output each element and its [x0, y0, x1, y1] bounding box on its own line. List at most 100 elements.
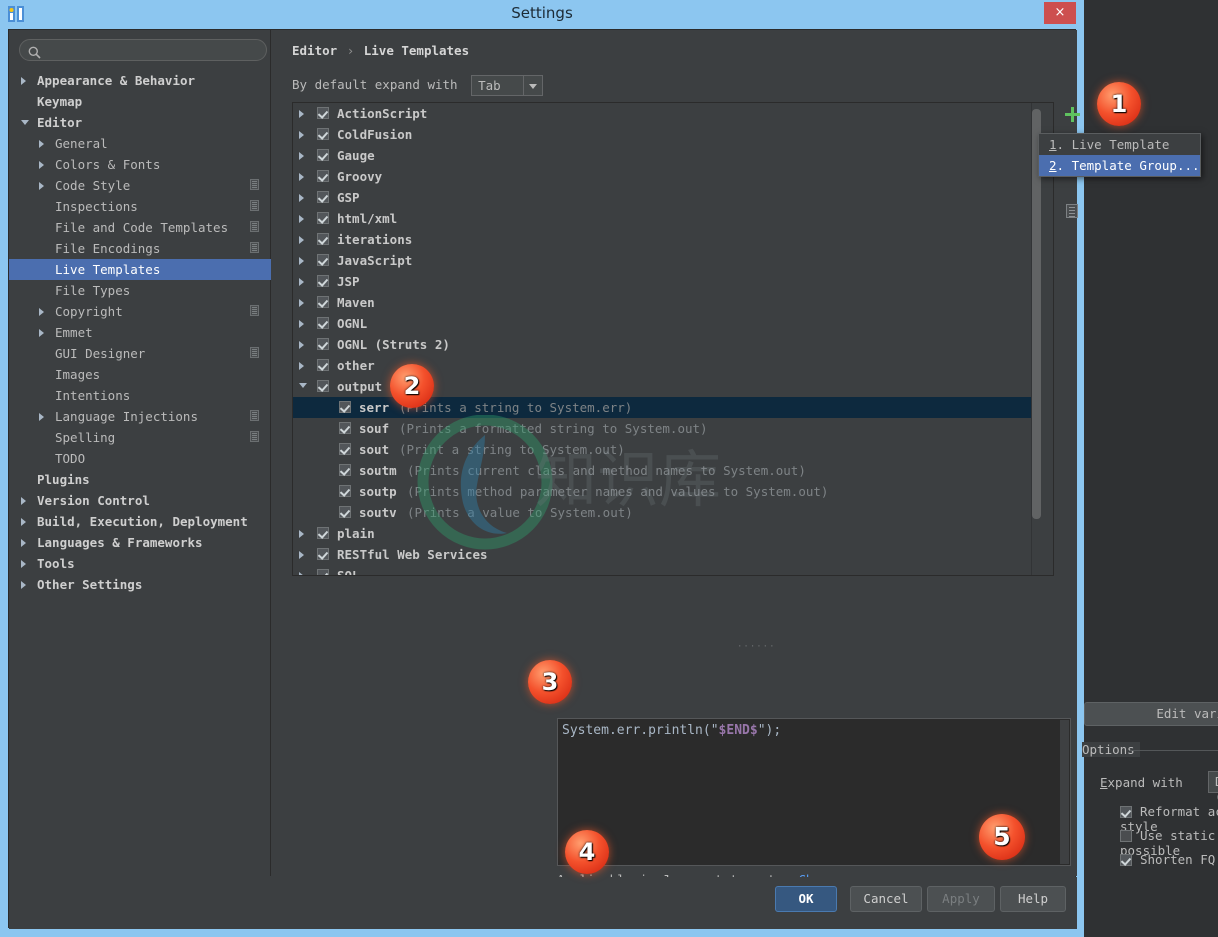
edit-variables-button[interactable]: Edit variables — [1084, 702, 1218, 726]
template-checkbox[interactable] — [317, 317, 329, 329]
chevron-right-icon[interactable] — [39, 308, 44, 316]
chevron-right-icon[interactable] — [299, 236, 304, 244]
default-expand-select[interactable]: Tab — [471, 75, 543, 96]
chevron-right-icon[interactable] — [299, 530, 304, 538]
template-row[interactable]: OGNL (Struts 2) — [293, 334, 1038, 355]
sidebar-item-code-style[interactable]: Code Style — [9, 175, 271, 196]
template-checkbox[interactable] — [317, 527, 329, 539]
chevron-down-icon[interactable] — [523, 76, 542, 95]
template-checkbox[interactable] — [317, 296, 329, 308]
chevron-right-icon[interactable] — [21, 518, 26, 526]
chevron-right-icon[interactable] — [299, 551, 304, 559]
template-checkbox[interactable] — [317, 548, 329, 560]
template-checkbox[interactable] — [317, 170, 329, 182]
template-row[interactable]: ActionScript — [293, 103, 1038, 124]
template-row[interactable]: soutp(Prints method parameter names and … — [293, 481, 1038, 502]
close-icon[interactable]: × — [1044, 2, 1076, 24]
chevron-right-icon[interactable] — [21, 497, 26, 505]
sidebar-item-spelling[interactable]: Spelling — [9, 427, 271, 448]
chevron-right-icon[interactable] — [21, 77, 26, 85]
search-input[interactable] — [19, 39, 267, 61]
sidebar-item-appearance-behavior[interactable]: Appearance & Behavior — [9, 70, 271, 91]
chevron-right-icon[interactable] — [39, 329, 44, 337]
template-row[interactable]: soutv(Prints a value to System.out) — [293, 502, 1038, 523]
chevron-right-icon[interactable] — [299, 572, 304, 576]
sidebar-item-gui-designer[interactable]: GUI Designer — [9, 343, 271, 364]
chevron-right-icon[interactable] — [21, 581, 26, 589]
template-checkbox[interactable] — [317, 254, 329, 266]
sidebar-item-file-types[interactable]: File Types — [9, 280, 271, 301]
chevron-right-icon[interactable] — [299, 257, 304, 265]
template-row[interactable]: Gauge — [293, 145, 1038, 166]
popup-menu-item[interactable]: 2. Template Group... — [1039, 155, 1200, 176]
duplicate-template-button[interactable] — [1060, 198, 1086, 224]
template-row[interactable]: JSP — [293, 271, 1038, 292]
sidebar-item-emmet[interactable]: Emmet — [9, 322, 271, 343]
sidebar-item-live-templates[interactable]: Live Templates — [9, 259, 271, 280]
chevron-right-icon[interactable] — [299, 194, 304, 202]
chevron-right-icon[interactable] — [299, 278, 304, 286]
ok-button[interactable]: OK — [775, 886, 837, 912]
template-checkbox[interactable] — [339, 422, 351, 434]
chevron-down-icon[interactable] — [21, 120, 29, 125]
chevron-right-icon[interactable] — [299, 110, 304, 118]
template-checkbox[interactable] — [317, 149, 329, 161]
sidebar-item-colors-fonts[interactable]: Colors & Fonts — [9, 154, 271, 175]
template-row[interactable]: souf(Prints a formatted string to System… — [293, 418, 1038, 439]
cancel-button[interactable]: Cancel — [850, 886, 922, 912]
sidebar-item-images[interactable]: Images — [9, 364, 271, 385]
template-checkbox[interactable] — [317, 569, 329, 576]
template-row[interactable]: Maven — [293, 292, 1038, 313]
chevron-right-icon[interactable] — [299, 299, 304, 307]
sidebar-item-copyright[interactable]: Copyright — [9, 301, 271, 322]
template-checkbox[interactable] — [317, 275, 329, 287]
template-checkbox[interactable] — [339, 485, 351, 497]
template-checkbox[interactable] — [317, 233, 329, 245]
sidebar-item-intentions[interactable]: Intentions — [9, 385, 271, 406]
chevron-right-icon[interactable] — [39, 413, 44, 421]
template-checkbox[interactable] — [339, 506, 351, 518]
editor-scrollbar[interactable] — [1060, 720, 1069, 864]
sidebar-item-inspections[interactable]: Inspections — [9, 196, 271, 217]
template-checkbox[interactable] — [317, 212, 329, 224]
chevron-right-icon[interactable] — [39, 182, 44, 190]
sidebar-item-todo[interactable]: TODO — [9, 448, 271, 469]
chevron-right-icon[interactable] — [299, 173, 304, 181]
chevron-right-icon[interactable] — [299, 362, 304, 370]
sidebar-item-version-control[interactable]: Version Control — [9, 490, 271, 511]
chevron-right-icon[interactable] — [21, 560, 26, 568]
sidebar-item-languages-frameworks[interactable]: Languages & Frameworks — [9, 532, 271, 553]
sidebar-item-other-settings[interactable]: Other Settings — [9, 574, 271, 595]
template-checkbox[interactable] — [317, 338, 329, 350]
sidebar-item-general[interactable]: General — [9, 133, 271, 154]
chevron-right-icon[interactable] — [299, 215, 304, 223]
template-row[interactable]: html/xml — [293, 208, 1038, 229]
sidebar-item-file-and-code-templates[interactable]: File and Code Templates — [9, 217, 271, 238]
template-checkbox[interactable] — [317, 359, 329, 371]
template-checkbox[interactable] — [317, 128, 329, 140]
template-row[interactable]: GSP — [293, 187, 1038, 208]
template-checkbox[interactable] — [317, 107, 329, 119]
template-checkbox[interactable] — [339, 464, 351, 476]
template-row[interactable]: plain — [293, 523, 1038, 544]
chevron-right-icon[interactable] — [299, 341, 304, 349]
chevron-right-icon[interactable] — [39, 140, 44, 148]
sidebar-item-tools[interactable]: Tools — [9, 553, 271, 574]
popup-menu-item[interactable]: 1. Live Template — [1039, 134, 1200, 155]
sidebar-item-file-encodings[interactable]: File Encodings — [9, 238, 271, 259]
template-row[interactable]: RESTful Web Services — [293, 544, 1038, 565]
template-row[interactable]: sout(Print a string to System.out) — [293, 439, 1038, 460]
option-checkbox[interactable] — [1120, 830, 1132, 842]
chevron-right-icon[interactable] — [21, 539, 26, 547]
sidebar-item-language-injections[interactable]: Language Injections — [9, 406, 271, 427]
sidebar-item-plugins[interactable]: Plugins — [9, 469, 271, 490]
sidebar-item-build-execution-deployment[interactable]: Build, Execution, Deployment — [9, 511, 271, 532]
template-row[interactable]: iterations — [293, 229, 1038, 250]
expand-with-select[interactable]: Default (Tab) — [1208, 771, 1218, 793]
option-checkbox[interactable] — [1120, 854, 1132, 866]
template-checkbox[interactable] — [317, 380, 329, 392]
option-checkbox-row[interactable]: Shorten FQ names — [1120, 852, 1218, 867]
template-checkbox[interactable] — [339, 443, 351, 455]
add-template-button[interactable] — [1060, 102, 1086, 128]
chevron-right-icon[interactable] — [299, 320, 304, 328]
